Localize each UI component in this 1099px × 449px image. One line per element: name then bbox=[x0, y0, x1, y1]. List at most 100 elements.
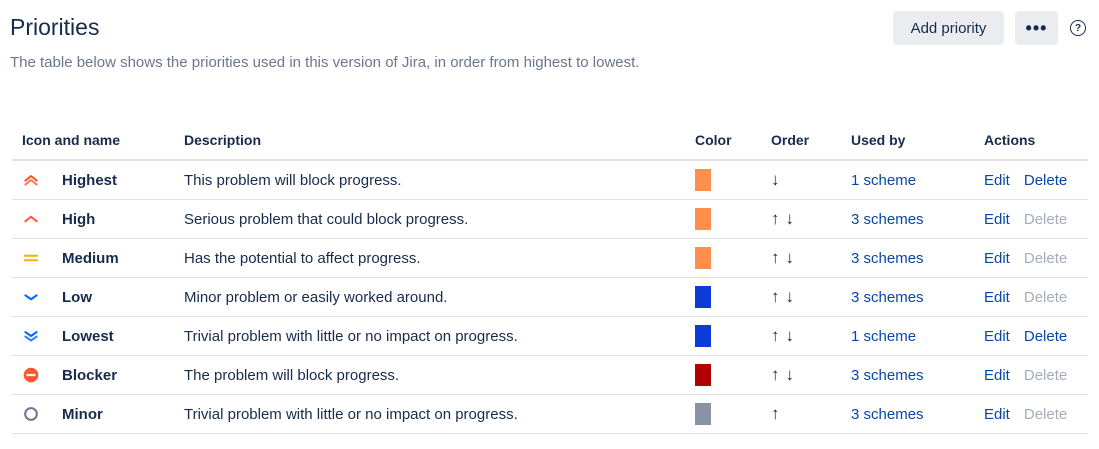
used-by-schemes-link[interactable]: 1 scheme bbox=[851, 328, 916, 345]
priority-name: Medium bbox=[62, 249, 119, 267]
table-row: Lowest Trivial problem with little or no … bbox=[12, 316, 1088, 356]
cell-color bbox=[695, 355, 771, 395]
priority-description: The problem will block progress. bbox=[184, 355, 695, 395]
cell-icon-and-name: Highest bbox=[12, 160, 184, 200]
used-by-schemes-link[interactable]: 3 schemes bbox=[851, 250, 924, 267]
color-swatch bbox=[695, 364, 711, 386]
priority-description: Serious problem that could block progres… bbox=[184, 199, 695, 239]
cell-order: ↑ bbox=[771, 394, 851, 434]
priority-name: High bbox=[62, 210, 96, 228]
cell-actions: Edit Delete bbox=[984, 160, 1088, 200]
cell-used-by: 1 scheme bbox=[851, 160, 984, 200]
column-header-icon-and-name: Icon and name bbox=[12, 121, 184, 161]
move-down-arrow-icon[interactable]: ↓ bbox=[786, 365, 795, 384]
add-priority-button[interactable]: Add priority bbox=[893, 11, 1004, 45]
column-header-color: Color bbox=[695, 121, 771, 161]
delete-link[interactable]: Delete bbox=[1024, 328, 1067, 345]
help-icon[interactable]: ? bbox=[1070, 20, 1086, 36]
move-down-arrow-icon[interactable]: ↓ bbox=[786, 248, 795, 267]
move-up-arrow-icon[interactable]: ↑ bbox=[771, 365, 780, 384]
cell-icon-and-name: Blocker bbox=[12, 355, 184, 395]
priority-description: Has the potential to affect progress. bbox=[184, 238, 695, 278]
edit-link[interactable]: Edit bbox=[984, 289, 1010, 306]
move-down-arrow-icon[interactable]: ↓ bbox=[786, 209, 795, 228]
column-header-description: Description bbox=[184, 121, 695, 161]
cell-color bbox=[695, 238, 771, 278]
priority-blocker-icon bbox=[22, 366, 40, 384]
delete-link: Delete bbox=[1023, 249, 1068, 267]
priority-description: Trivial problem with little or no impact… bbox=[184, 316, 695, 356]
cell-icon-and-name: Lowest bbox=[12, 316, 184, 356]
priority-name: Lowest bbox=[62, 327, 114, 345]
delete-link[interactable]: Delete bbox=[1024, 172, 1067, 189]
delete-link: Delete bbox=[1023, 405, 1068, 423]
cell-used-by: 1 scheme bbox=[851, 316, 984, 356]
cell-actions: Edit Delete bbox=[984, 238, 1088, 278]
cell-icon-and-name: Minor bbox=[12, 394, 184, 434]
priority-description: Minor problem or easily worked around. bbox=[184, 277, 695, 317]
color-swatch bbox=[695, 169, 711, 191]
cell-actions: Edit Delete bbox=[984, 277, 1088, 317]
priority-low-icon bbox=[22, 288, 40, 306]
edit-link[interactable]: Edit bbox=[984, 406, 1010, 423]
cell-order: ↑ ↓ bbox=[771, 238, 851, 278]
cell-used-by: 3 schemes bbox=[851, 277, 984, 317]
edit-link[interactable]: Edit bbox=[984, 250, 1010, 267]
cell-color bbox=[695, 160, 771, 200]
edit-link[interactable]: Edit bbox=[984, 328, 1010, 345]
table-row: High Serious problem that could block pro… bbox=[12, 199, 1088, 239]
more-actions-button[interactable]: ••• bbox=[1015, 11, 1058, 45]
delete-link: Delete bbox=[1023, 210, 1068, 228]
cell-actions: Edit Delete bbox=[984, 394, 1088, 434]
move-up-arrow-icon[interactable]: ↑ bbox=[771, 404, 780, 423]
used-by-schemes-link[interactable]: 3 schemes bbox=[851, 289, 924, 306]
table-row: Medium Has the potential to affect progre… bbox=[12, 238, 1088, 278]
color-swatch bbox=[695, 403, 711, 425]
cell-color bbox=[695, 199, 771, 239]
table-row: Blocker The problem will block progress. ↑… bbox=[12, 355, 1088, 395]
priority-minor-icon bbox=[22, 405, 40, 423]
used-by-schemes-link[interactable]: 3 schemes bbox=[851, 211, 924, 228]
cell-color bbox=[695, 394, 771, 434]
move-down-arrow-icon[interactable]: ↓ bbox=[786, 287, 795, 306]
cell-used-by: 3 schemes bbox=[851, 394, 984, 434]
edit-link[interactable]: Edit bbox=[984, 172, 1010, 189]
priority-highest-icon bbox=[22, 171, 40, 189]
used-by-schemes-link[interactable]: 3 schemes bbox=[851, 367, 924, 384]
used-by-schemes-link[interactable]: 3 schemes bbox=[851, 406, 924, 423]
move-down-arrow-icon[interactable]: ↓ bbox=[771, 170, 780, 189]
used-by-schemes-link[interactable]: 1 scheme bbox=[851, 172, 916, 189]
cell-actions: Edit Delete bbox=[984, 199, 1088, 239]
column-header-used-by: Used by bbox=[851, 121, 984, 161]
page-title: Priorities bbox=[10, 14, 100, 40]
color-swatch bbox=[695, 247, 711, 269]
table-row: Minor Trivial problem with little or no i… bbox=[12, 394, 1088, 434]
cell-order: ↓ bbox=[771, 160, 851, 200]
cell-color bbox=[695, 277, 771, 317]
priority-lowest-icon bbox=[22, 327, 40, 345]
edit-link[interactable]: Edit bbox=[984, 367, 1010, 384]
delete-link: Delete bbox=[1023, 366, 1068, 384]
cell-color bbox=[695, 316, 771, 356]
column-header-order: Order bbox=[771, 121, 851, 161]
move-down-arrow-icon[interactable]: ↓ bbox=[786, 326, 795, 345]
table-row: Low Minor problem or easily worked around… bbox=[12, 277, 1088, 317]
priority-name: Highest bbox=[62, 171, 118, 189]
page-description: The table below shows the priorities use… bbox=[10, 54, 640, 71]
cell-icon-and-name: High bbox=[12, 199, 184, 239]
priority-name: Minor bbox=[62, 405, 103, 423]
priority-name: Low bbox=[62, 288, 92, 306]
delete-link: Delete bbox=[1023, 288, 1068, 306]
cell-icon-and-name: Low bbox=[12, 277, 184, 317]
move-up-arrow-icon[interactable]: ↑ bbox=[771, 326, 780, 345]
color-swatch bbox=[695, 325, 711, 347]
move-up-arrow-icon[interactable]: ↑ bbox=[771, 287, 780, 306]
cell-used-by: 3 schemes bbox=[851, 238, 984, 278]
move-up-arrow-icon[interactable]: ↑ bbox=[771, 209, 780, 228]
table-row: Highest This problem will block progress.… bbox=[12, 160, 1088, 200]
cell-order: ↑ ↓ bbox=[771, 355, 851, 395]
cell-actions: Edit Delete bbox=[984, 316, 1088, 356]
edit-link[interactable]: Edit bbox=[984, 211, 1010, 228]
cell-actions: Edit Delete bbox=[984, 355, 1088, 395]
move-up-arrow-icon[interactable]: ↑ bbox=[771, 248, 780, 267]
